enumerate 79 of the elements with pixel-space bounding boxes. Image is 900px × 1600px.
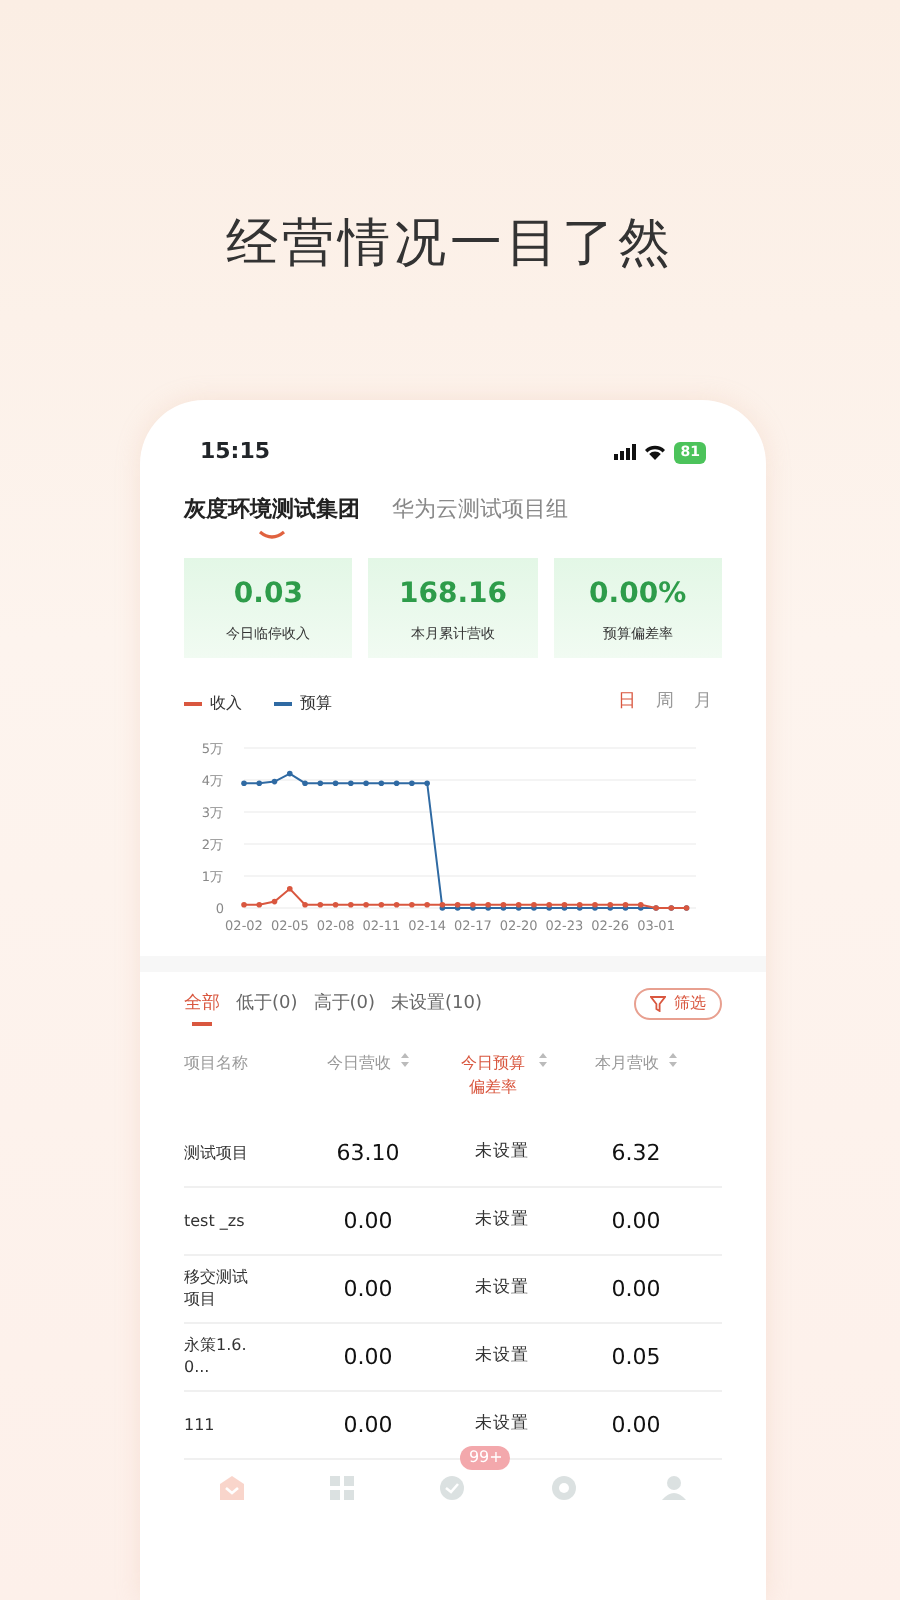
table-cell-text: 6.32 [609,1137,663,1170]
table-cell-text: 0.00 [341,1205,395,1238]
data-point [302,902,308,909]
stat-value: 168.16 [396,576,509,615]
data-point [393,781,400,787]
data-point [348,902,354,909]
period-tab[interactable]: 月 [684,689,722,717]
sort-icon[interactable] [667,1052,677,1069]
data-point [256,781,263,787]
sort-icon[interactable] [399,1052,409,1069]
data-point [363,781,369,787]
data-point [409,781,415,787]
org-tab[interactable]: 灰度环境测试集团 [184,496,360,543]
grid-icon[interactable] [326,1471,359,1504]
table-cell-text: 0.00 [609,1205,663,1238]
table-cell-text: 0.05 [609,1341,663,1374]
table-cell-text: test _zs [184,1211,247,1232]
period-tab[interactable]: 周 [646,689,684,717]
legend-label: 收入 [210,691,242,716]
check-circle-icon[interactable] [436,1471,469,1504]
data-point [241,902,247,909]
data-point [393,902,400,909]
table-cell-text: 测试项目 [184,1143,250,1164]
period-tab[interactable]: 日 [608,689,646,717]
mail-icon[interactable] [215,1471,248,1504]
table-cell-text: 未设置 [473,1140,531,1167]
column-header[interactable]: 今日预算偏差率 [457,1052,529,1121]
stat-value: 0.00% [587,576,689,615]
table-cell-text: 未设置 [473,1412,531,1439]
legend-label: 预算 [300,691,332,716]
column-header[interactable]: 项目名称 [184,1052,248,1121]
person-icon[interactable] [658,1471,691,1504]
data-point [332,781,339,787]
data-point [424,781,430,787]
data-point [409,902,415,909]
data-point [348,781,354,787]
table-cell-text: 111 [184,1415,217,1436]
data-point [317,781,324,787]
data-point [271,779,278,785]
headline: 经营情况一目了然 [224,212,676,278]
filter-tab[interactable]: 低于(0) [228,991,306,1019]
data-point [271,899,278,905]
data-point [256,902,263,909]
table-cell-text: 未设置 [473,1344,531,1371]
filter-tab[interactable]: 高于(0) [305,991,383,1019]
filter-icon [650,996,666,1013]
tab-indicator [258,530,286,541]
ring-icon[interactable] [547,1471,580,1504]
data-point [378,902,385,909]
table-cell-text: 移交测试项目 [184,1268,250,1311]
data-point [378,781,385,787]
table-cell-text: 63.10 [334,1137,402,1170]
table-cell-text: 0.00 [341,1273,395,1306]
data-point [317,902,324,909]
column-header[interactable]: 今日营收 [327,1052,391,1121]
data-point [287,771,293,777]
data-point [302,781,308,787]
table-cell-text: 永策1.6.0... [184,1336,249,1379]
data-point [332,902,339,909]
org-tab[interactable]: 华为云测试项目组 [392,496,568,543]
table-cell-text: 0.00 [341,1341,395,1374]
data-point [363,902,369,909]
sort-icon[interactable] [537,1052,547,1069]
filter-button[interactable]: 筛选 [634,988,722,1021]
stat-value: 0.03 [231,576,305,615]
table-cell-text: 0.00 [609,1409,663,1442]
filter-tab[interactable]: 未设置(10) [383,991,490,1019]
table-cell-text: 0.00 [341,1409,395,1442]
column-header[interactable]: 本月营收 [595,1052,659,1121]
signal-icon [614,444,637,460]
notification-count: 99+ [460,1446,511,1470]
table-cell-text: 0.00 [609,1273,663,1306]
data-point [241,781,247,787]
data-point [424,902,430,909]
status-time: 15:15 [200,435,271,468]
table-cell-text: 未设置 [473,1276,531,1303]
wifi-icon [644,444,667,460]
data-point [287,886,293,893]
table-cell-text: 未设置 [473,1208,531,1235]
